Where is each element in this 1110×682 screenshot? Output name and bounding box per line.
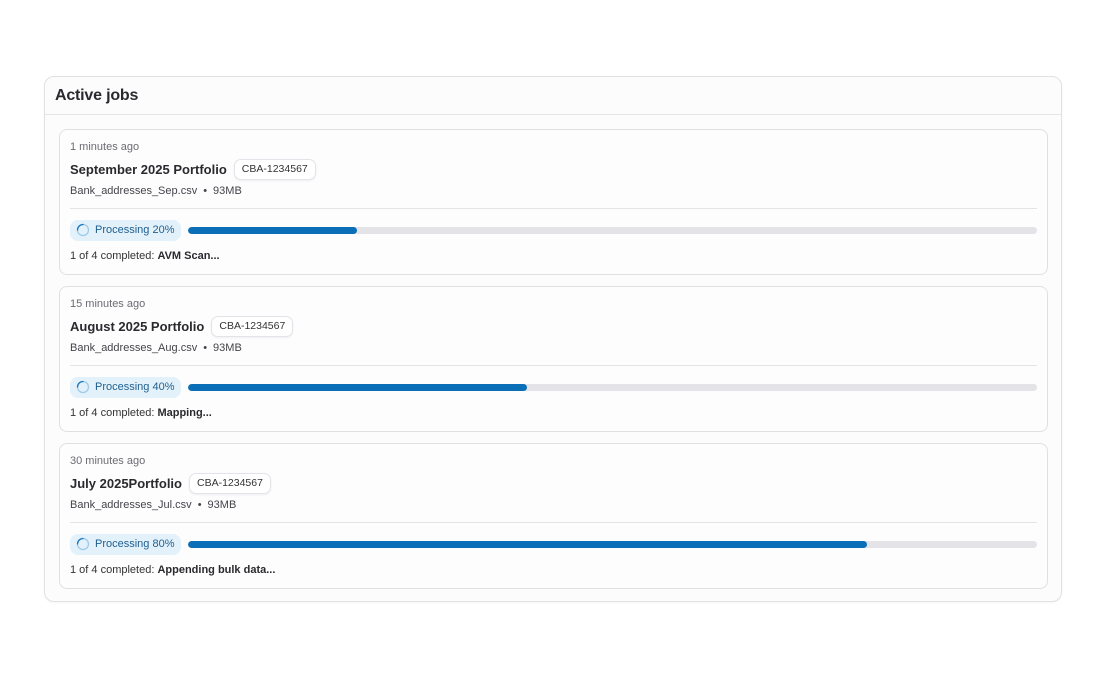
status-label: Processing 40% — [95, 381, 175, 393]
panel-header: Active jobs — [45, 77, 1061, 115]
job-file-name: Bank_addresses_Sep.csv — [70, 185, 198, 197]
spinner-icon — [76, 380, 90, 394]
job-title-row: August 2025 Portfolio CBA-1234567 — [70, 315, 1037, 337]
job-id-badge: CBA-1234567 — [211, 315, 294, 337]
job-id-badge: CBA-1234567 — [188, 472, 271, 494]
divider — [70, 365, 1037, 366]
progress-fill — [187, 226, 358, 234]
job-file-size: 93MB — [213, 185, 242, 197]
job-step-name: Mapping... — [157, 407, 212, 419]
progress-track — [187, 540, 1037, 548]
progress-track — [187, 383, 1037, 391]
job-file-info: Bank_addresses_Jul.csv • 93MB — [70, 498, 1037, 513]
job-title: September 2025 Portfolio — [70, 161, 227, 177]
status-label: Processing 20% — [95, 224, 175, 236]
separator-dot: • — [197, 499, 202, 511]
job-file-name: Bank_addresses_Jul.csv — [70, 499, 192, 511]
progress-fill — [187, 383, 528, 391]
job-file-info: Bank_addresses_Sep.csv • 93MB — [70, 184, 1037, 199]
job-time: 15 minutes ago — [70, 298, 146, 310]
job-step-prefix: 1 of 4 completed: — [70, 407, 155, 419]
job-time: 1 minutes ago — [70, 141, 140, 153]
job-title: August 2025 Portfolio — [70, 318, 205, 334]
job-file-name: Bank_addresses_Aug.csv — [70, 342, 198, 354]
active-jobs-panel: Active jobs 1 minutes ago September 2025… — [44, 76, 1062, 602]
job-step: 1 of 4 completed: AVM Scan... — [70, 250, 1037, 262]
progress-row: Processing 80% — [70, 533, 1037, 555]
progress-track — [187, 226, 1037, 234]
job-file-info: Bank_addresses_Aug.csv • 93MB — [70, 341, 1037, 356]
progress-fill — [187, 540, 868, 548]
progress-row: Processing 20% — [70, 219, 1037, 241]
job-card[interactable]: 1 minutes ago September 2025 Portfolio C… — [59, 129, 1048, 275]
job-card[interactable]: 15 minutes ago August 2025 Portfolio CBA… — [59, 286, 1048, 432]
divider — [70, 522, 1037, 523]
status-label: Processing 80% — [95, 538, 175, 550]
job-file-size: 93MB — [213, 342, 242, 354]
job-id-badge: CBA-1234567 — [233, 158, 316, 180]
job-title-row: July 2025Portfolio CBA-1234567 — [70, 472, 1037, 494]
job-step: 1 of 4 completed: Appending bulk data... — [70, 564, 1037, 576]
job-list: 1 minutes ago September 2025 Portfolio C… — [45, 115, 1061, 589]
separator-dot: • — [203, 185, 208, 197]
job-step-prefix: 1 of 4 completed: — [70, 250, 155, 262]
spinner-icon — [76, 537, 90, 551]
job-step-name: Appending bulk data... — [157, 564, 276, 576]
status-pill: Processing 20% — [70, 219, 181, 241]
divider — [70, 208, 1037, 209]
job-step-prefix: 1 of 4 completed: — [70, 564, 155, 576]
job-card[interactable]: 30 minutes ago July 2025Portfolio CBA-12… — [59, 443, 1048, 589]
job-title-row: September 2025 Portfolio CBA-1234567 — [70, 158, 1037, 180]
panel-title: Active jobs — [55, 87, 139, 104]
spinner-icon — [76, 223, 90, 237]
progress-row: Processing 40% — [70, 376, 1037, 398]
status-pill: Processing 40% — [70, 376, 181, 398]
status-pill: Processing 80% — [70, 533, 181, 555]
job-step: 1 of 4 completed: Mapping... — [70, 407, 1037, 419]
job-step-name: AVM Scan... — [157, 250, 220, 262]
job-time: 30 minutes ago — [70, 455, 146, 467]
job-file-size: 93MB — [207, 499, 237, 511]
separator-dot: • — [203, 342, 208, 354]
job-title: July 2025Portfolio — [70, 475, 182, 491]
